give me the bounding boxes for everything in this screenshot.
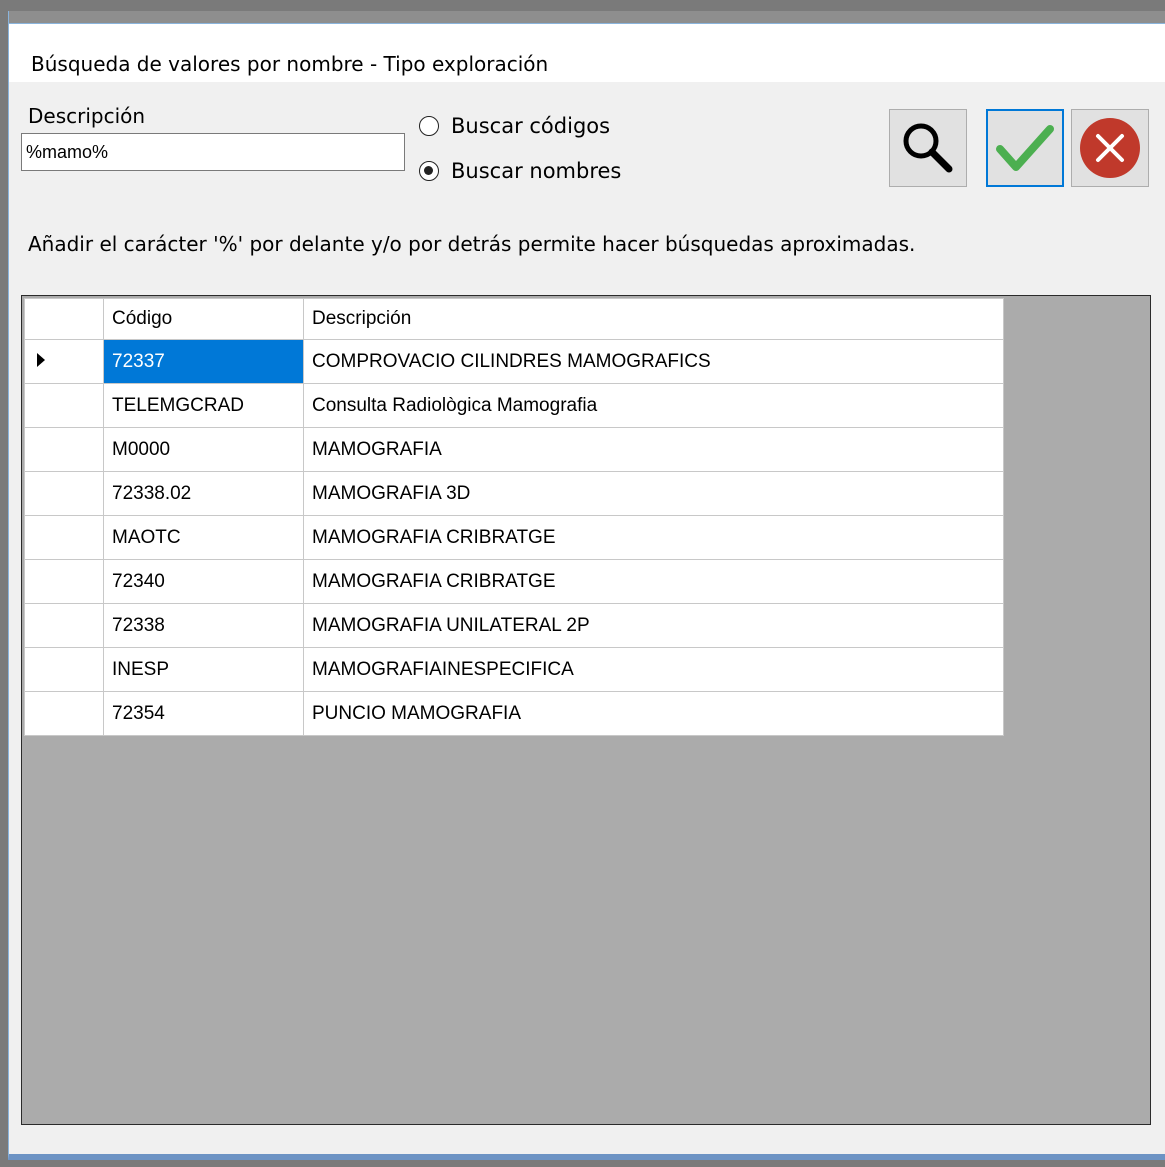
table-row[interactable]: 72340 MAMOGRAFIA CRIBRATGE — [24, 559, 1004, 604]
table-row[interactable]: M0000 MAMOGRAFIA — [24, 427, 1004, 472]
description-input[interactable] — [21, 133, 405, 171]
results-grid[interactable]: Código Descripción 72337 COMPROVACIO CIL… — [21, 295, 1151, 1125]
cell-description[interactable]: PUNCIO MAMOGRAFIA — [303, 691, 1004, 736]
row-indicator[interactable] — [24, 647, 104, 692]
table-row[interactable]: MAOTC MAMOGRAFIA CRIBRATGE — [24, 515, 1004, 560]
cell-code[interactable]: M0000 — [103, 427, 304, 472]
radio-codes-label: Buscar códigos — [451, 114, 611, 138]
row-indicator[interactable] — [24, 427, 104, 472]
radio-names-label: Buscar nombres — [451, 159, 622, 183]
table-row[interactable]: 72337 COMPROVACIO CILINDRES MAMOGRAFICS — [24, 339, 1004, 384]
table-row[interactable]: 72354 PUNCIO MAMOGRAFIA — [24, 691, 1004, 736]
row-indicator[interactable] — [24, 471, 104, 516]
radio-button-codes[interactable] — [419, 116, 439, 136]
current-row-arrow-icon — [37, 352, 45, 367]
cell-description[interactable]: MAMOGRAFIA CRIBRATGE — [303, 515, 1004, 560]
cell-code[interactable]: 72354 — [103, 691, 304, 736]
table-row[interactable]: 72338 MAMOGRAFIA UNILATERAL 2P — [24, 603, 1004, 648]
column-header-code[interactable]: Código — [103, 298, 304, 340]
cell-description[interactable]: MAMOGRAFIA CRIBRATGE — [303, 559, 1004, 604]
column-header-description[interactable]: Descripción — [303, 298, 1004, 340]
accept-button[interactable] — [986, 109, 1064, 187]
cell-code[interactable]: TELEMGCRAD — [103, 383, 304, 428]
row-indicator[interactable] — [24, 383, 104, 428]
search-dialog: Búsqueda de valores por nombre - Tipo ex… — [8, 11, 1165, 1160]
radio-search-codes[interactable]: Buscar códigos — [419, 114, 610, 138]
cell-code[interactable]: INESP — [103, 647, 304, 692]
cell-description[interactable]: MAMOGRAFIA 3D — [303, 471, 1004, 516]
dialog-content: Descripción Buscar códigos Buscar nombre… — [9, 82, 1165, 1148]
cell-description[interactable]: MAMOGRAFIAINESPECIFICA — [303, 647, 1004, 692]
cell-code[interactable]: 72340 — [103, 559, 304, 604]
cell-code[interactable]: 72337 — [103, 339, 304, 384]
search-hint: Añadir el carácter '%' por delante y/o p… — [28, 232, 916, 256]
row-indicator[interactable] — [24, 559, 104, 604]
magnifier-icon — [903, 123, 953, 173]
cancel-button[interactable] — [1071, 109, 1149, 187]
window-title: Búsqueda de valores por nombre - Tipo ex… — [31, 52, 549, 76]
row-header-corner[interactable] — [24, 298, 104, 340]
results-table: Código Descripción 72337 COMPROVACIO CIL… — [24, 298, 1004, 736]
cell-code[interactable]: MAOTC — [103, 515, 304, 560]
row-indicator[interactable] — [24, 691, 104, 736]
cell-description[interactable]: COMPROVACIO CILINDRES MAMOGRAFICS — [303, 339, 1004, 384]
cell-code[interactable]: 72338.02 — [103, 471, 304, 516]
title-bar: Búsqueda de valores por nombre - Tipo ex… — [9, 23, 1165, 82]
row-indicator[interactable] — [24, 339, 104, 384]
description-label: Descripción — [28, 104, 146, 128]
grid-header-row: Código Descripción — [24, 298, 1004, 340]
table-row[interactable]: TELEMGCRAD Consulta Radiològica Mamograf… — [24, 383, 1004, 428]
row-indicator[interactable] — [24, 515, 104, 560]
cell-code[interactable]: 72338 — [103, 603, 304, 648]
radio-button-names[interactable] — [419, 161, 439, 181]
cell-description[interactable]: MAMOGRAFIA UNILATERAL 2P — [303, 603, 1004, 648]
checkmark-icon — [996, 125, 1054, 171]
radio-search-names[interactable]: Buscar nombres — [419, 159, 621, 183]
cell-description[interactable]: Consulta Radiològica Mamografia — [303, 383, 1004, 428]
search-button[interactable] — [889, 109, 967, 187]
table-row[interactable]: 72338.02 MAMOGRAFIA 3D — [24, 471, 1004, 516]
close-circle-icon — [1080, 118, 1140, 178]
table-row[interactable]: INESP MAMOGRAFIAINESPECIFICA — [24, 647, 1004, 692]
row-indicator[interactable] — [24, 603, 104, 648]
cell-description[interactable]: MAMOGRAFIA — [303, 427, 1004, 472]
